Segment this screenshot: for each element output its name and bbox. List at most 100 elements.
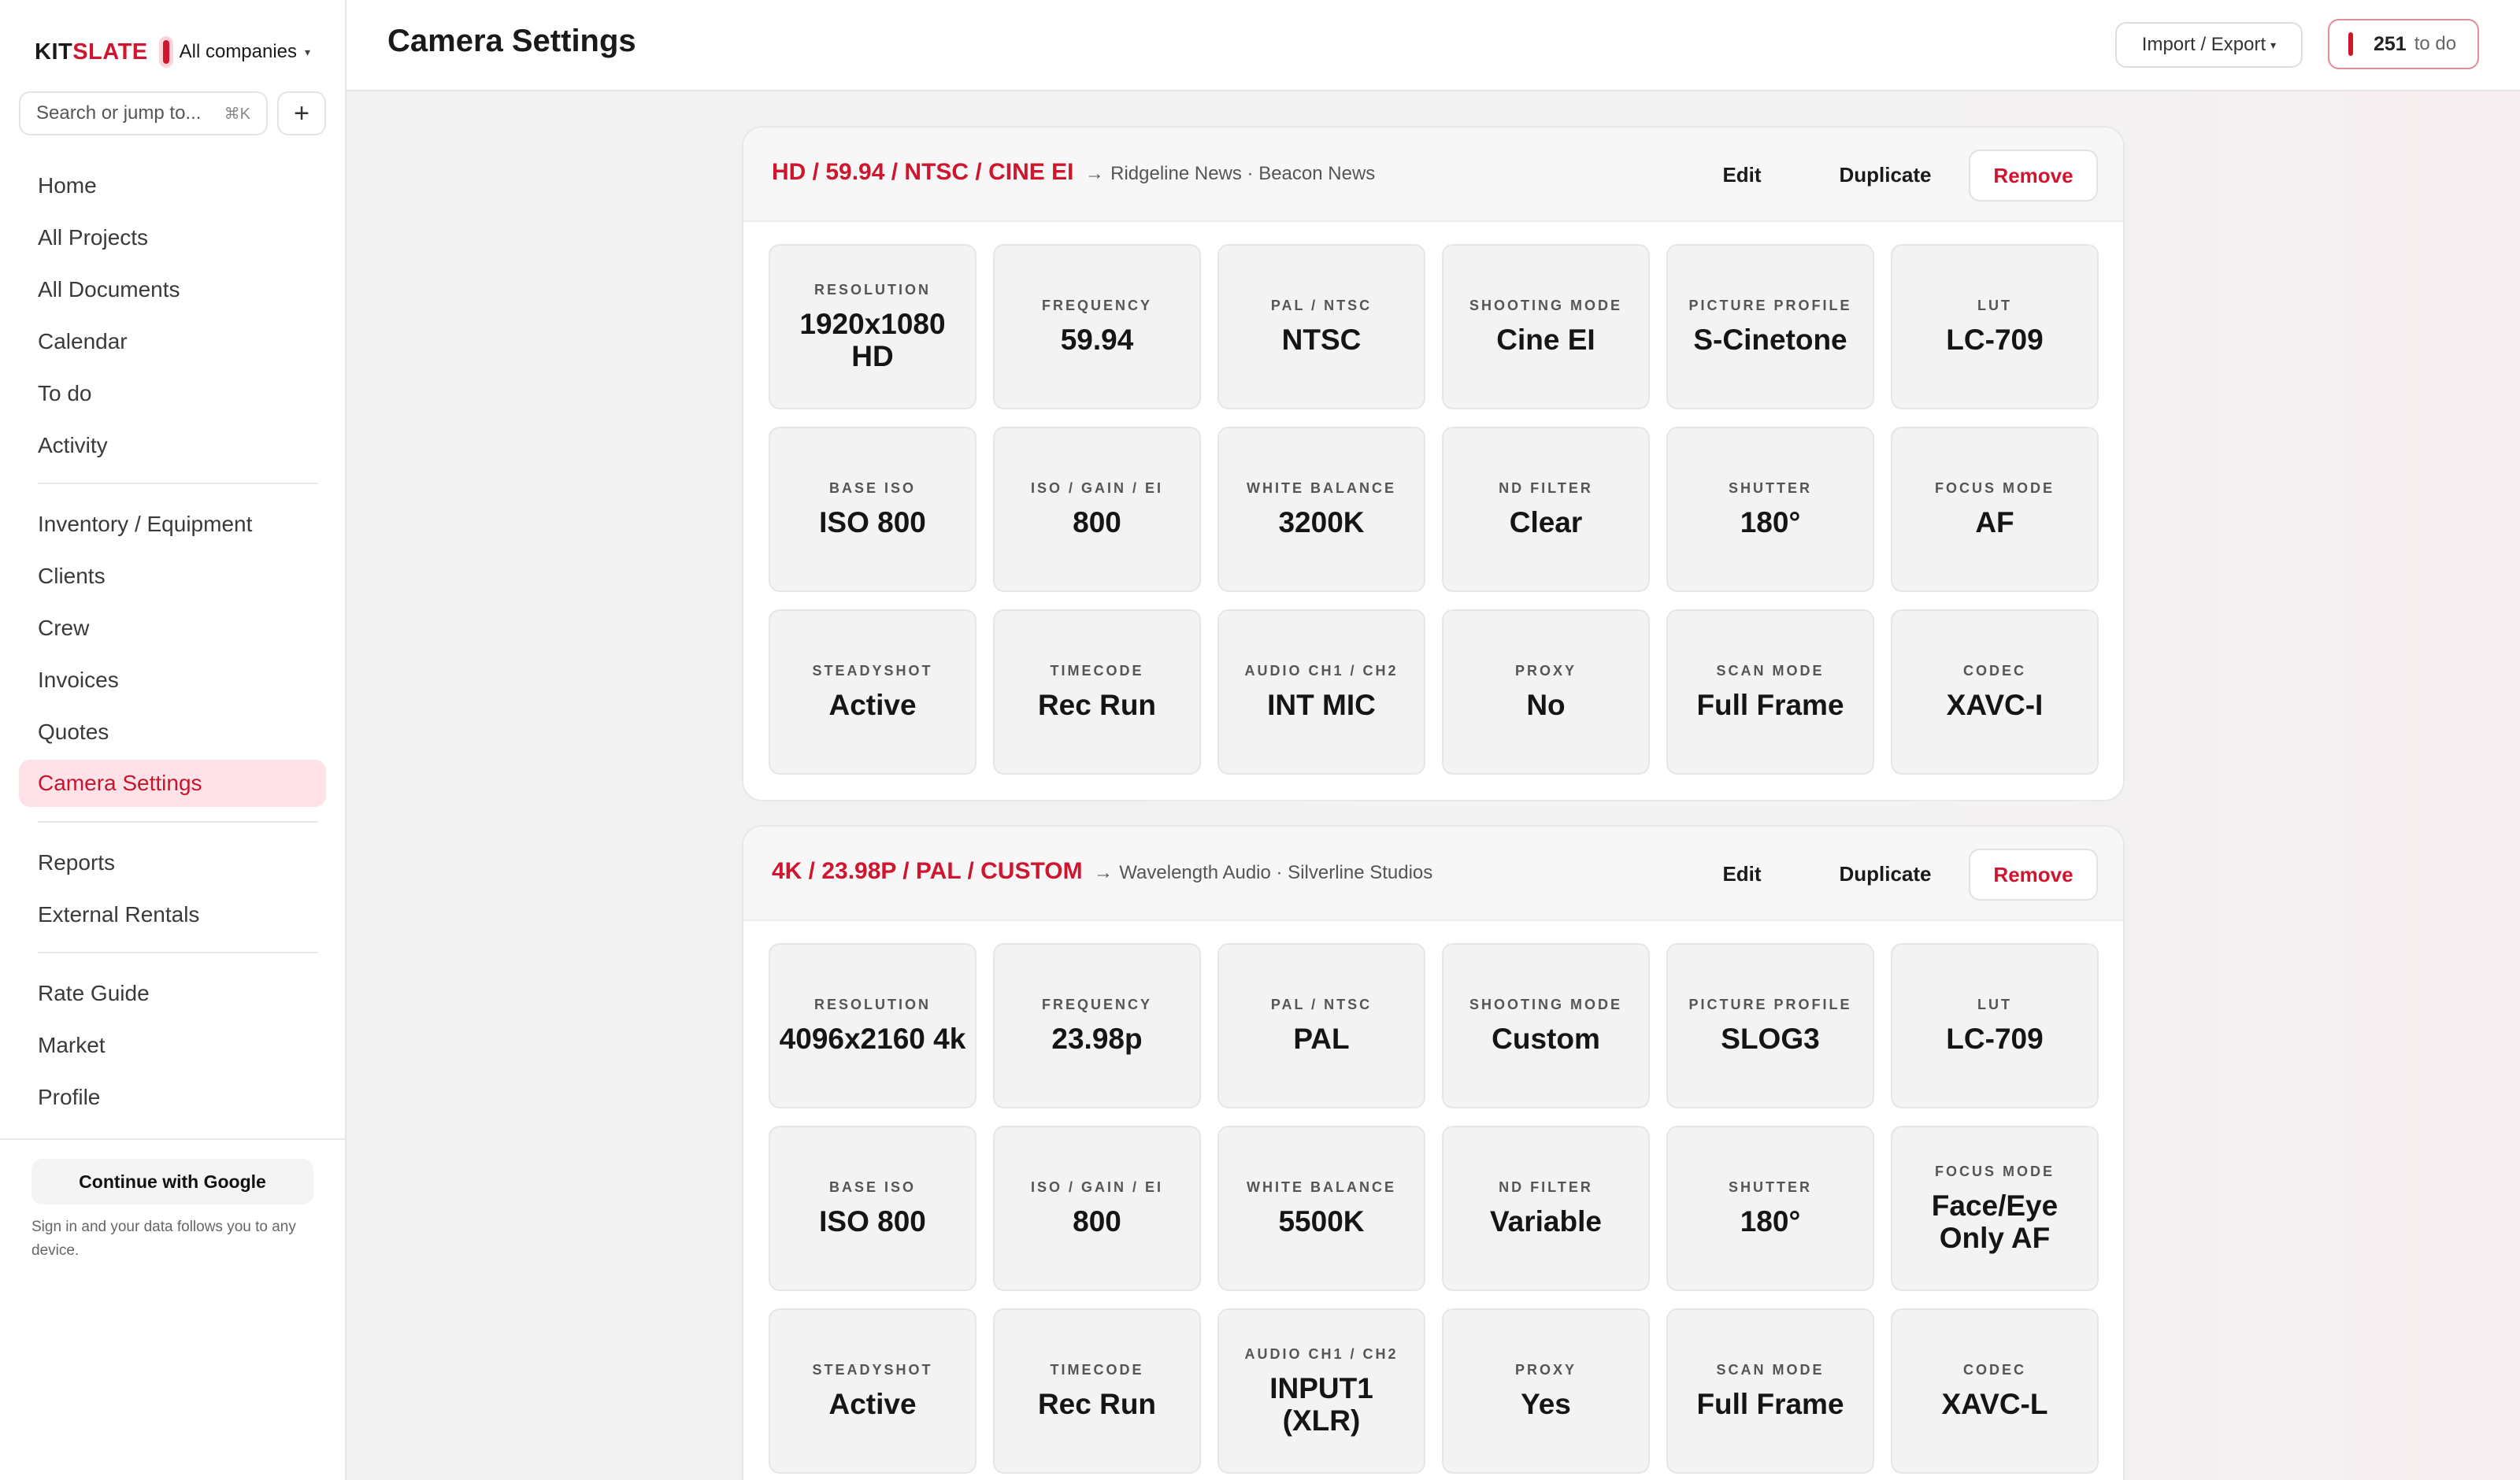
card-title: 4K / 23.98P / PAL / CUSTOM → Wavelength … (772, 858, 1433, 884)
setting-value: SLOG3 (1721, 1023, 1820, 1055)
company-indicator-icon (158, 36, 173, 68)
setting-value: Rec Run (1037, 689, 1157, 721)
setting-tile[interactable]: ND FILTER Variable (1442, 1126, 1650, 1291)
brand-switcher[interactable]: KITSLATE All companies ▾ (35, 35, 310, 69)
setting-value: 800 (1073, 506, 1121, 538)
setting-tile[interactable]: BASE ISO ISO 800 (769, 427, 976, 592)
todo-count: 251 (2374, 32, 2407, 55)
setting-tile[interactable]: AUDIO CH1 / CH2 INT MIC (1217, 609, 1425, 775)
setting-label: BASE ISO (828, 480, 917, 496)
setting-value: Custom (1492, 1023, 1600, 1055)
setting-tile[interactable]: WHITE BALANCE 3200K (1217, 427, 1425, 592)
setting-tile[interactable]: SHOOTING MODE Custom (1442, 943, 1650, 1108)
import-export-button[interactable]: Import / Export ▾ (2115, 22, 2303, 68)
setting-label: TIMECODE (1050, 663, 1144, 679)
setting-tile[interactable]: PROXY Yes (1442, 1308, 1650, 1474)
setting-tile[interactable]: ISO / GAIN / EI 800 (993, 427, 1201, 592)
sidebar-item-market[interactable]: Market (19, 1022, 326, 1069)
setting-tile[interactable]: FREQUENCY 23.98p (993, 943, 1201, 1108)
sidebar-item-home[interactable]: Home (19, 162, 326, 209)
setting-label: WHITE BALANCE (1247, 1179, 1396, 1195)
setting-tile[interactable]: FOCUS MODE Face/Eye Only AF (1891, 1126, 2099, 1291)
setting-tile[interactable]: STEADYSHOT Active (769, 609, 976, 775)
setting-tile[interactable]: SCAN MODE Full Frame (1666, 1308, 1874, 1474)
sidebar-item-clients[interactable]: Clients (19, 553, 326, 600)
sidebar-item-all-projects[interactable]: All Projects (19, 214, 326, 261)
setting-tile[interactable]: BASE ISO ISO 800 (769, 1126, 976, 1291)
sidebar-item-to-do[interactable]: To do (19, 370, 326, 417)
setting-tile[interactable]: WHITE BALANCE 5500K (1217, 1126, 1425, 1291)
setting-tile[interactable]: CODEC XAVC-I (1891, 609, 2099, 775)
setting-label: AUDIO CH1 / CH2 (1244, 1345, 1399, 1362)
sidebar-item-external-rentals[interactable]: External Rentals (19, 891, 326, 938)
setting-value: Face/Eye Only AF (1931, 1189, 2059, 1254)
setting-tile[interactable]: AUDIO CH1 / CH2 INPUT1 (XLR) (1217, 1308, 1425, 1474)
search-input[interactable]: Search or jump to... ⌘K (19, 91, 268, 135)
setting-label: BASE ISO (828, 1179, 917, 1195)
setting-value: 23.98p (1051, 1023, 1143, 1055)
setting-tile[interactable]: FREQUENCY 59.94 (993, 244, 1201, 409)
setting-label: ND FILTER (1499, 1179, 1593, 1195)
setting-tile[interactable]: CODEC XAVC-L (1891, 1308, 2099, 1474)
sidebar-item-inventory[interactable]: Inventory / Equipment (19, 501, 326, 548)
setting-value: XAVC-L (1941, 1388, 2048, 1420)
sidebar-item-all-documents[interactable]: All Documents (19, 266, 326, 313)
setting-tile[interactable]: STEADYSHOT Active (769, 1308, 976, 1474)
sidebar-item-activity[interactable]: Activity (19, 422, 326, 469)
add-button[interactable]: + (277, 91, 326, 135)
setting-value: 180° (1740, 506, 1801, 538)
setting-value: 180° (1740, 1205, 1801, 1238)
setting-label: PAL / NTSC (1270, 298, 1373, 313)
setting-tile[interactable]: RESOLUTION 1920x1080 HD (769, 244, 976, 409)
sidebar: KITSLATE All companies ▾ Search or jump … (0, 0, 346, 1480)
sidebar-item-camera-settings[interactable]: Camera Settings (19, 760, 326, 807)
setting-tile[interactable]: FOCUS MODE AF (1891, 427, 2099, 592)
setting-tile[interactable]: ND FILTER Clear (1442, 427, 1650, 592)
sidebar-item-rate-guide[interactable]: Rate Guide (19, 970, 326, 1017)
setting-tile[interactable]: PICTURE PROFILE S-Cinetone (1666, 244, 1874, 409)
setting-tile[interactable]: RESOLUTION 4096x2160 4k (769, 943, 976, 1108)
remove-button[interactable]: Remove (1969, 849, 2098, 901)
company-selector[interactable]: All companies (180, 41, 297, 63)
arrow-right-icon: → (1093, 862, 1113, 883)
setting-value: ISO 800 (819, 506, 926, 538)
sidebar-item-calendar[interactable]: Calendar (19, 318, 326, 365)
setting-value: PAL (1293, 1023, 1350, 1055)
setting-tile[interactable]: ISO / GAIN / EI 800 (993, 1126, 1201, 1291)
card-header: HD / 59.94 / NTSC / CINE EI → Ridgeline … (743, 128, 2123, 222)
chevron-down-icon: ▾ (2270, 38, 2277, 51)
duplicate-button[interactable]: Duplicate (1822, 151, 1948, 198)
sidebar-item-reports[interactable]: Reports (19, 839, 326, 886)
setting-tile[interactable]: PAL / NTSC PAL (1217, 943, 1425, 1108)
chevron-down-icon[interactable]: ▾ (305, 46, 310, 59)
setting-label: WHITE BALANCE (1247, 480, 1396, 496)
sidebar-item-crew[interactable]: Crew (19, 605, 326, 652)
edit-button[interactable]: Edit (1699, 151, 1784, 198)
sidebar-item-profile[interactable]: Profile (19, 1074, 326, 1121)
setting-tile[interactable]: SHUTTER 180° (1666, 1126, 1874, 1291)
setting-tile[interactable]: SCAN MODE Full Frame (1666, 609, 1874, 775)
todo-label: to do (2414, 33, 2457, 54)
setting-tile[interactable]: TIMECODE Rec Run (993, 1308, 1201, 1474)
top-bar: Camera Settings Import / Export ▾ 251 to … (346, 0, 2520, 91)
setting-tile[interactable]: PAL / NTSC NTSC (1217, 244, 1425, 409)
duplicate-button[interactable]: Duplicate (1822, 850, 1948, 897)
setting-tile[interactable]: TIMECODE Rec Run (993, 609, 1201, 775)
setting-tile[interactable]: SHUTTER 180° (1666, 427, 1874, 592)
setting-tile[interactable]: PROXY No (1442, 609, 1650, 775)
remove-button[interactable]: Remove (1969, 150, 2098, 202)
setting-value: Clear (1509, 506, 1583, 538)
sidebar-item-invoices[interactable]: Invoices (19, 657, 326, 704)
page-title: Camera Settings (387, 24, 636, 58)
setting-tile[interactable]: SHOOTING MODE Cine EI (1442, 244, 1650, 409)
setting-tile[interactable]: LUT LC-709 (1891, 943, 2099, 1108)
edit-button[interactable]: Edit (1699, 850, 1784, 897)
setting-value: ISO 800 (819, 1205, 926, 1238)
continue-with-google-button[interactable]: Continue with Google (32, 1159, 313, 1204)
todo-button[interactable]: 251 to do (2328, 19, 2479, 69)
sidebar-item-quotes[interactable]: Quotes (19, 709, 326, 756)
todo-indicator-icon (2348, 32, 2353, 56)
setting-tile[interactable]: LUT LC-709 (1891, 244, 2099, 409)
setting-value: INPUT1 (XLR) (1269, 1371, 1373, 1437)
setting-tile[interactable]: PICTURE PROFILE SLOG3 (1666, 943, 1874, 1108)
